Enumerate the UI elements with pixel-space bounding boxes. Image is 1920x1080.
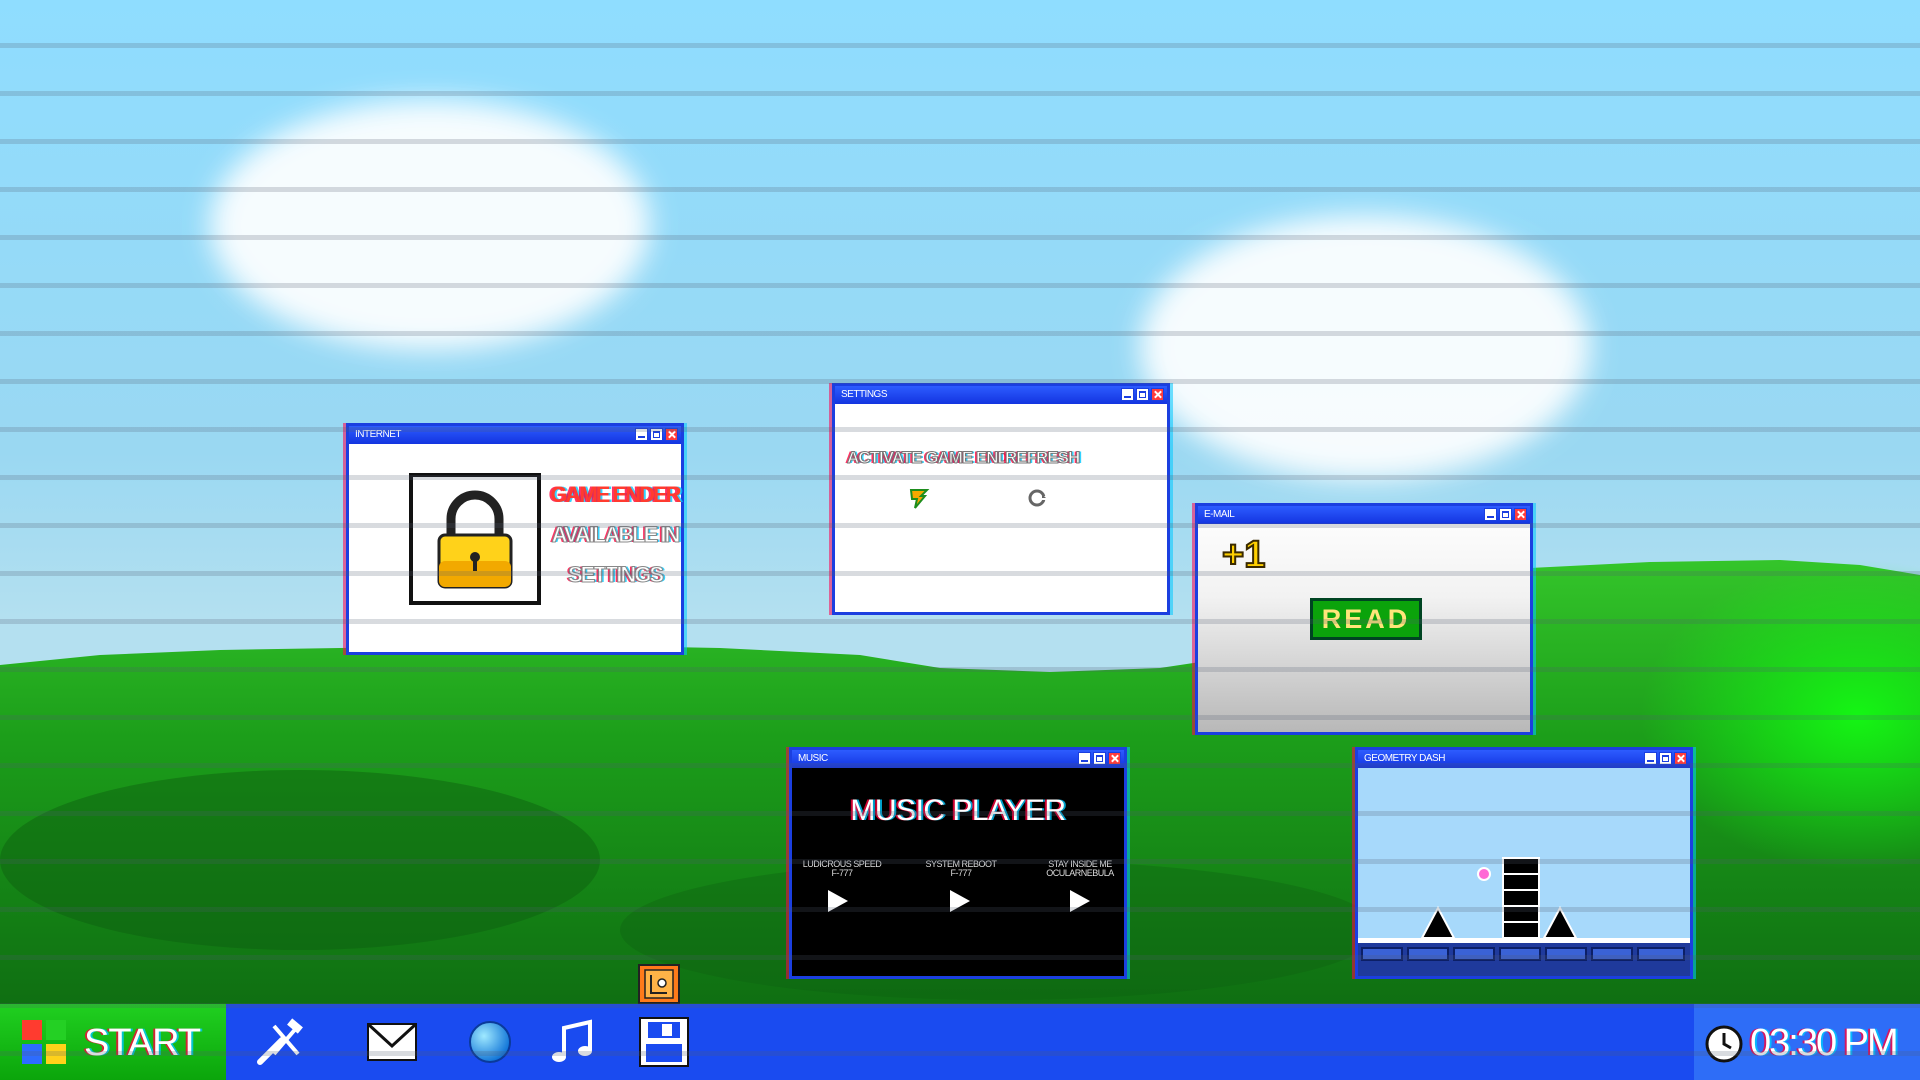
desktop: INTERNET GAME ENDER AVAILABLE IN SETTING… (0, 0, 1920, 1004)
track-artist: F-777 (831, 868, 853, 878)
pillar-obstacle (1502, 857, 1540, 939)
minimize-button[interactable] (1644, 752, 1657, 765)
play-button-track-3[interactable] (1070, 890, 1090, 912)
internet-window[interactable]: INTERNET GAME ENDER AVAILABLE IN SETTING… (346, 423, 684, 655)
clock-tray[interactable]: 03:30 PM (1694, 1004, 1920, 1080)
maximize-button[interactable] (1659, 752, 1672, 765)
geometry-dash-titlebar[interactable]: GEOMETRY DASH (1358, 750, 1690, 768)
minimize-button[interactable] (1484, 508, 1497, 521)
tools-icon[interactable] (252, 1016, 308, 1068)
geometry-dash-title: GEOMETRY DASH (1364, 753, 1445, 764)
maximize-button[interactable] (1136, 388, 1149, 401)
geometry-dash-game-view[interactable] (1358, 768, 1690, 976)
start-label: START (84, 1022, 201, 1064)
game-ender-line-2: AVAILABLE IN (551, 522, 681, 548)
email-titlebar[interactable]: E-MAIL (1198, 506, 1530, 524)
play-button-track-1[interactable] (828, 890, 848, 912)
play-button-track-2[interactable] (950, 890, 970, 912)
mail-icon[interactable] (364, 1016, 420, 1068)
windows-logo-icon (22, 1020, 66, 1064)
music-title: MUSIC (798, 753, 828, 764)
geometry-dash-window[interactable]: GEOMETRY DASH (1355, 747, 1693, 979)
maximize-button[interactable] (1499, 508, 1512, 521)
track-3: STAY INSIDE ME OCULARNEBULA (1030, 860, 1130, 878)
maximize-button[interactable] (650, 428, 663, 441)
activate-arrow-icon[interactable] (907, 486, 931, 510)
window-controls (1121, 388, 1164, 401)
clock-time: 03:30 PM (1750, 1022, 1899, 1064)
settings-window[interactable]: SETTINGS ACTIVATE GAME END REFRESH (832, 383, 1170, 615)
internet-titlebar[interactable]: INTERNET (349, 426, 681, 444)
globe-icon[interactable] (462, 1016, 518, 1068)
close-button[interactable] (665, 428, 678, 441)
window-controls (1484, 508, 1527, 521)
close-button[interactable] (1151, 388, 1164, 401)
close-button[interactable] (1514, 508, 1527, 521)
email-title: E-MAIL (1204, 509, 1235, 520)
window-controls (635, 428, 678, 441)
email-count-badge: +1 (1221, 533, 1266, 577)
jump-orb (1477, 867, 1491, 881)
settings-titlebar[interactable]: SETTINGS (835, 386, 1167, 404)
game-ender-title: GAME ENDER (550, 482, 681, 507)
close-button[interactable] (1108, 752, 1121, 765)
padlock-icon (437, 490, 513, 589)
track-2: SYSTEM REBOOT F-777 (911, 860, 1011, 878)
track-artist: F-777 (950, 868, 972, 878)
internet-title: INTERNET (355, 429, 402, 440)
minimize-button[interactable] (635, 428, 648, 441)
game-ender-line-3: SETTINGS (567, 562, 664, 588)
start-button[interactable]: START (0, 1004, 226, 1080)
close-button[interactable] (1674, 752, 1687, 765)
track-1: LUDICROUS SPEED F-777 (792, 860, 892, 878)
music-note-icon[interactable] (546, 1016, 602, 1068)
track-artist: OCULARNEBULA (1046, 868, 1114, 878)
taskbar: START 03:30 PM (0, 1004, 1920, 1080)
activate-game-end-label: ACTIVATE GAME END (847, 448, 1011, 468)
book-icon[interactable] (637, 963, 681, 1004)
music-titlebar[interactable]: MUSIC (792, 750, 1124, 768)
floppy-disk-icon[interactable] (636, 1016, 692, 1068)
refresh-icon[interactable] (1025, 486, 1049, 510)
minimize-button[interactable] (1078, 752, 1091, 765)
clock-icon (1705, 1025, 1743, 1063)
settings-title: SETTINGS (841, 389, 888, 400)
email-window[interactable]: E-MAIL +1 READ (1195, 503, 1533, 735)
read-button[interactable]: READ (1310, 598, 1422, 640)
minimize-button[interactable] (1121, 388, 1134, 401)
maximize-button[interactable] (1093, 752, 1106, 765)
music-player-heading: MUSIC PLAYER (850, 794, 1066, 827)
music-window[interactable]: MUSIC MUSIC PLAYER LUDICROUS SPEED F-777… (789, 747, 1127, 979)
window-controls (1078, 752, 1121, 765)
window-controls (1644, 752, 1687, 765)
lock-frame (409, 473, 541, 605)
refresh-label: REFRESH (1004, 448, 1080, 468)
